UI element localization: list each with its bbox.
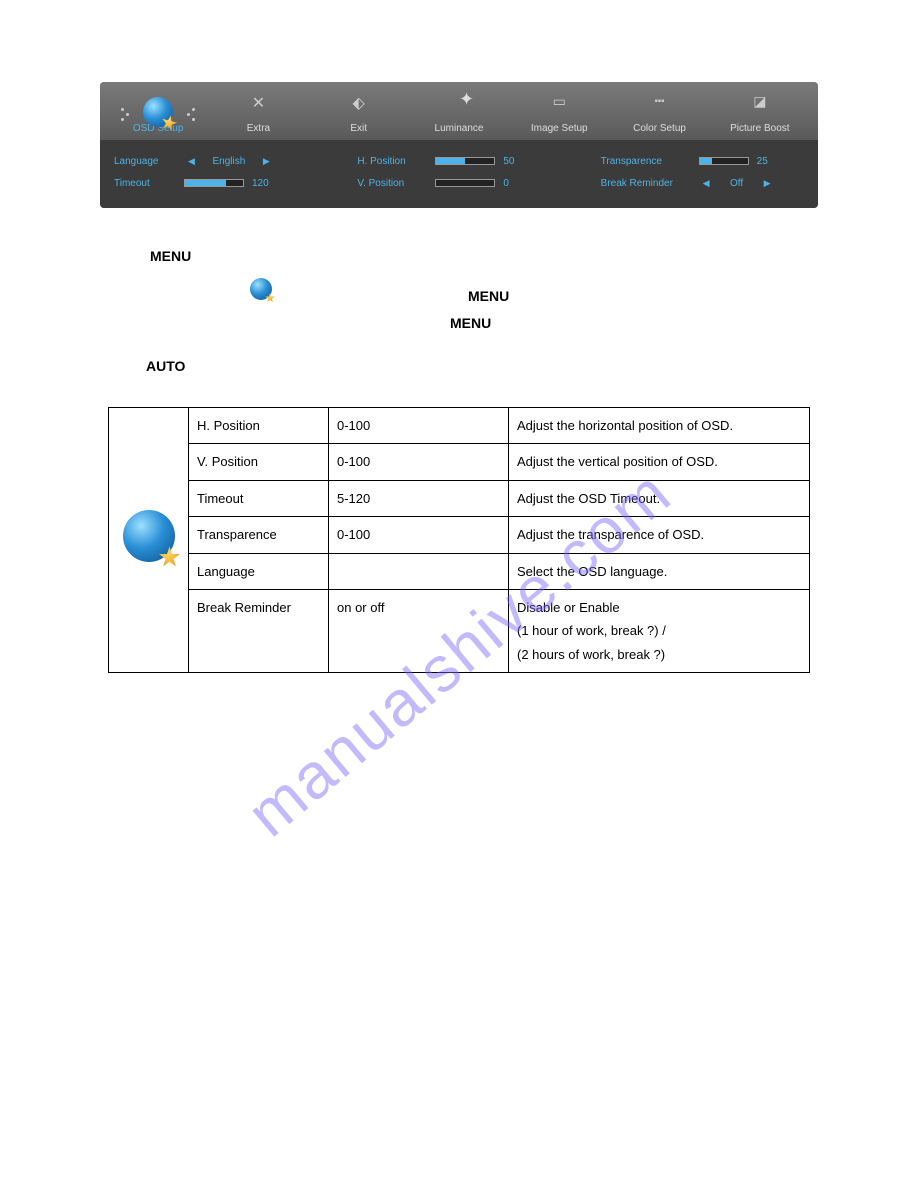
setting-range xyxy=(329,553,509,589)
vposition-slider[interactable] xyxy=(435,179,495,187)
tab-label: Luminance xyxy=(435,123,484,134)
timeout-label: Timeout xyxy=(114,178,176,189)
setting-desc: Adjust the OSD Timeout. xyxy=(509,480,810,516)
menu-text: MENU xyxy=(150,248,191,264)
osd-col-right: Transparence 25 Break Reminder ◀ Off ▶ xyxy=(601,150,804,194)
setting-name: Transparence xyxy=(189,517,329,553)
menu-text: MENU xyxy=(450,315,491,331)
right-arrow-icon[interactable]: ▶ xyxy=(760,178,775,189)
tab-color-setup[interactable]: ⬝⬝⬝ Color Setup xyxy=(609,93,709,140)
left-arrow-icon[interactable]: ◀ xyxy=(699,178,714,189)
transparence-slider[interactable] xyxy=(699,157,749,165)
hposition-slider[interactable] xyxy=(435,157,495,165)
tab-osd-setup[interactable]: OSD Setup xyxy=(108,93,208,140)
setting-name: Timeout xyxy=(189,480,329,516)
break-reminder-row[interactable]: Break Reminder ◀ Off ▶ xyxy=(601,172,804,194)
tab-exit[interactable]: ⬖ Exit xyxy=(309,93,409,140)
picture-boost-icon: ◪ xyxy=(753,93,766,109)
break-reminder-value: Off xyxy=(722,178,752,189)
vposition-label: V. Position xyxy=(357,178,427,189)
osd-body: Language ◀ English ▶ Timeout 120 H. Posi… xyxy=(100,140,818,208)
globe-gear-icon xyxy=(250,278,272,300)
osd-settings-table: H. Position 0-100 Adjust the horizontal … xyxy=(108,407,810,673)
setting-desc: Disable or Enable (1 hour of work, break… xyxy=(509,589,810,672)
setting-range: on or off xyxy=(329,589,509,672)
setting-name: Break Reminder xyxy=(189,589,329,672)
transparence-row[interactable]: Transparence 25 xyxy=(601,150,804,172)
globe-gear-icon xyxy=(143,97,173,127)
tab-label: Picture Boost xyxy=(730,123,789,134)
setting-name: H. Position xyxy=(189,408,329,444)
break-reminder-label: Break Reminder xyxy=(601,178,691,189)
tab-label: Image Setup xyxy=(531,123,588,134)
osd-panel: OSD Setup ✕ Extra ⬖ Exit Luminance ▭ Ima… xyxy=(100,82,818,208)
setting-desc: Select the OSD language. xyxy=(509,553,810,589)
vposition-row[interactable]: V. Position 0 xyxy=(357,172,560,194)
timeout-slider[interactable] xyxy=(184,179,244,187)
tab-image-setup[interactable]: ▭ Image Setup xyxy=(509,93,609,140)
setting-range: 0-100 xyxy=(329,408,509,444)
timeout-row[interactable]: Timeout 120 xyxy=(114,172,317,194)
hposition-row[interactable]: H. Position 50 xyxy=(357,150,560,172)
setting-range: 0-100 xyxy=(329,517,509,553)
tab-label: Exit xyxy=(350,123,367,134)
tab-label: Extra xyxy=(247,123,270,134)
exit-icon: ⬖ xyxy=(353,95,365,112)
setting-name: V. Position xyxy=(189,444,329,480)
osd-col-left: Language ◀ English ▶ Timeout 120 xyxy=(114,150,317,194)
setting-desc: Adjust the horizontal position of OSD. xyxy=(509,408,810,444)
hposition-value: 50 xyxy=(503,156,531,167)
setting-range: 5-120 xyxy=(329,480,509,516)
extra-icon: ✕ xyxy=(252,95,265,112)
tab-label: Color Setup xyxy=(633,123,686,134)
image-setup-icon: ▭ xyxy=(553,93,566,109)
osd-col-mid: H. Position 50 V. Position 0 xyxy=(357,150,560,194)
setting-desc: Adjust the vertical position of OSD. xyxy=(509,444,810,480)
osd-tab-bar: OSD Setup ✕ Extra ⬖ Exit Luminance ▭ Ima… xyxy=(100,82,818,140)
setting-desc: Adjust the transparence of OSD. xyxy=(509,517,810,553)
language-label: Language xyxy=(114,156,176,167)
menu-text: MENU xyxy=(468,288,509,304)
hposition-label: H. Position xyxy=(357,156,427,167)
timeout-value: 120 xyxy=(252,178,280,189)
tab-extra[interactable]: ✕ Extra xyxy=(208,93,308,140)
tab-picture-boost[interactable]: ◪ Picture Boost xyxy=(710,93,810,140)
table-icon-cell xyxy=(109,408,189,673)
setting-name: Language xyxy=(189,553,329,589)
setting-range: 0-100 xyxy=(329,444,509,480)
language-value: English xyxy=(207,156,251,167)
auto-text: AUTO xyxy=(146,358,185,374)
globe-gear-icon xyxy=(123,510,175,562)
color-setup-icon: ⬝⬝⬝ xyxy=(655,93,665,107)
transparence-label: Transparence xyxy=(601,156,691,167)
tab-luminance[interactable]: Luminance xyxy=(409,93,509,140)
transparence-value: 25 xyxy=(757,156,785,167)
right-arrow-icon[interactable]: ▶ xyxy=(259,156,274,167)
vposition-value: 0 xyxy=(503,178,531,189)
left-arrow-icon[interactable]: ◀ xyxy=(184,156,199,167)
language-row[interactable]: Language ◀ English ▶ xyxy=(114,150,317,172)
